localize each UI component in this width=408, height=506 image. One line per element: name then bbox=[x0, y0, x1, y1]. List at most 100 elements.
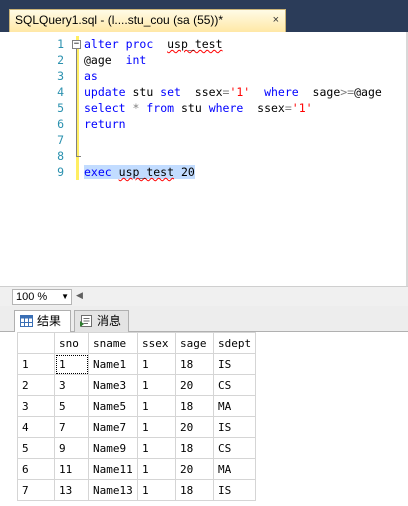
grid-cell-ssex[interactable]: 1 bbox=[137, 416, 176, 438]
zoom-bar: 100 % ▼ ◀ bbox=[0, 286, 408, 306]
code-token: int bbox=[125, 53, 147, 67]
tab-results[interactable]: 结果 bbox=[14, 310, 71, 333]
row-number[interactable]: 3 bbox=[17, 395, 55, 417]
messages-icon bbox=[80, 315, 92, 327]
grid-cell-sname[interactable]: Name7 bbox=[88, 416, 138, 438]
grid-cell-sno[interactable]: 5 bbox=[54, 395, 89, 417]
grid-cell-sno[interactable]: 11 bbox=[54, 458, 89, 480]
row-number[interactable]: 7 bbox=[17, 479, 55, 501]
code-token: usp_test bbox=[118, 165, 175, 179]
scroll-left-icon[interactable]: ◀ bbox=[76, 291, 83, 301]
code-token: alter bbox=[84, 37, 119, 51]
grid-cell-sno[interactable]: 7 bbox=[54, 416, 89, 438]
row-number[interactable]: 4 bbox=[17, 416, 55, 438]
code-token: exec bbox=[84, 165, 112, 179]
line-number: 8 bbox=[57, 149, 64, 163]
grid-cell-sdept[interactable]: CS bbox=[212, 437, 257, 459]
grid-cell-sage[interactable]: 20 bbox=[175, 374, 214, 396]
row-number[interactable]: 5 bbox=[17, 437, 55, 459]
document-tab-strip: SQLQuery1.sql - (l....stu_cou (sa (55))*… bbox=[0, 0, 408, 32]
code-line[interactable]: 3 as bbox=[0, 68, 400, 84]
column-header-sdept[interactable]: sdept bbox=[212, 332, 257, 354]
column-header-sno[interactable]: sno bbox=[54, 332, 89, 354]
code-token: from bbox=[146, 101, 175, 115]
grid-icon bbox=[20, 315, 33, 327]
code-line[interactable]: 6 return bbox=[0, 116, 400, 132]
grid-cell-sage[interactable]: 18 bbox=[175, 479, 214, 501]
row-number[interactable]: 1 bbox=[17, 353, 55, 375]
grid-cell-sno[interactable]: 9 bbox=[54, 437, 89, 459]
code-line[interactable]: 4 update stu set ssex='1' where sage>=@ag… bbox=[0, 84, 400, 100]
code-line[interactable]: 8 bbox=[0, 148, 400, 164]
grid-cell-ssex[interactable]: 1 bbox=[137, 458, 176, 480]
grid-cell-ssex[interactable]: 1 bbox=[137, 479, 176, 501]
row-number[interactable]: 2 bbox=[17, 374, 55, 396]
query-editor[interactable]: − 1 alter proc usp_test 2 @age int 3 as 4 updat… bbox=[0, 32, 408, 286]
code-token: proc bbox=[125, 37, 154, 51]
grid-cell-sdept[interactable]: IS bbox=[212, 353, 257, 375]
code-line[interactable]: 1 alter proc usp_test bbox=[0, 36, 400, 52]
close-tab-icon[interactable]: × bbox=[273, 10, 279, 31]
code-token: where bbox=[264, 85, 299, 99]
code-token: set bbox=[160, 85, 181, 99]
code-token bbox=[111, 165, 119, 179]
grid-cell-sage[interactable]: 20 bbox=[175, 458, 214, 480]
grid-cell-sage[interactable]: 18 bbox=[175, 395, 214, 417]
row-number[interactable]: 6 bbox=[17, 458, 55, 480]
code-line[interactable]: 2 @age int bbox=[0, 52, 400, 68]
results-grid-area: sno sname ssex sage sdept 1 1 Name1 1 18 IS 2 3… bbox=[0, 332, 408, 506]
grid-corner[interactable] bbox=[17, 332, 55, 354]
grid-cell-sno[interactable]: 1 bbox=[54, 353, 89, 375]
table-row[interactable]: 7 13 Name13 1 18 IS bbox=[17, 479, 257, 501]
code-line[interactable]: 7 bbox=[0, 132, 400, 148]
grid-cell-sdept[interactable]: MA bbox=[212, 458, 257, 480]
code-token: select bbox=[84, 101, 126, 115]
table-row[interactable]: 5 9 Name9 1 18 CS bbox=[17, 437, 257, 459]
code-token: update bbox=[84, 85, 126, 99]
grid-cell-sage[interactable]: 18 bbox=[175, 437, 214, 459]
grid-cell-sdept[interactable]: IS bbox=[212, 416, 257, 438]
grid-cell-sname[interactable]: Name9 bbox=[88, 437, 138, 459]
grid-cell-ssex[interactable]: 1 bbox=[137, 395, 176, 417]
grid-cell-ssex[interactable]: 1 bbox=[137, 353, 176, 375]
grid-cell-sno[interactable]: 13 bbox=[54, 479, 89, 501]
code-line[interactable]: 5 select * from stu where ssex='1' bbox=[0, 100, 400, 116]
grid-cell-sdept[interactable]: IS bbox=[212, 479, 257, 501]
table-row[interactable]: 4 7 Name7 1 20 IS bbox=[17, 416, 257, 438]
table-row[interactable]: 3 5 Name5 1 18 MA bbox=[17, 395, 257, 417]
code-text: update stu set ssex='1' where sage>=@age bbox=[84, 84, 382, 100]
table-row[interactable]: 1 1 Name1 1 18 IS bbox=[17, 353, 257, 375]
grid-cell-sdept[interactable]: CS bbox=[212, 374, 257, 396]
tab-sqlquery1[interactable]: SQLQuery1.sql - (l....stu_cou (sa (55))*… bbox=[9, 9, 286, 32]
grid-cell-sage[interactable]: 20 bbox=[175, 416, 214, 438]
grid-cell-ssex[interactable]: 1 bbox=[137, 437, 176, 459]
grid-cell-sdept[interactable]: MA bbox=[212, 395, 257, 417]
table-row[interactable]: 6 11 Name11 1 20 MA bbox=[17, 458, 257, 480]
grid-cell-sno[interactable]: 3 bbox=[54, 374, 89, 396]
tab-messages[interactable]: 消息 bbox=[74, 310, 129, 332]
column-header-ssex[interactable]: ssex bbox=[137, 332, 176, 354]
code-text: return bbox=[84, 116, 126, 132]
table-row[interactable]: 2 3 Name3 1 20 CS bbox=[17, 374, 257, 396]
grid-header-row: sno sname ssex sage sdept bbox=[17, 332, 257, 354]
grid-cell-sname[interactable]: Name3 bbox=[88, 374, 138, 396]
grid-cell-sname[interactable]: Name1 bbox=[88, 353, 138, 375]
code-line[interactable]: 9 exec usp_test 20 bbox=[0, 164, 400, 180]
code-text: select * from stu where ssex='1' bbox=[84, 100, 313, 116]
code-token: '1' bbox=[291, 101, 313, 115]
grid-cell-sname[interactable]: Name11 bbox=[88, 458, 138, 480]
grid-cell-sage[interactable]: 18 bbox=[175, 353, 214, 375]
code-token: = bbox=[284, 101, 292, 115]
grid-cell-ssex[interactable]: 1 bbox=[137, 374, 176, 396]
grid-cell-sname[interactable]: Name13 bbox=[88, 479, 138, 501]
column-header-sname[interactable]: sname bbox=[88, 332, 138, 354]
grid-cell-sname[interactable]: Name5 bbox=[88, 395, 138, 417]
dropdown-arrow-icon: ▼ bbox=[61, 292, 69, 301]
zoom-select[interactable]: 100 % ▼ bbox=[12, 289, 72, 305]
code-token: stu bbox=[174, 101, 209, 115]
code-token: ssex bbox=[243, 101, 285, 115]
column-header-sage[interactable]: sage bbox=[175, 332, 214, 354]
